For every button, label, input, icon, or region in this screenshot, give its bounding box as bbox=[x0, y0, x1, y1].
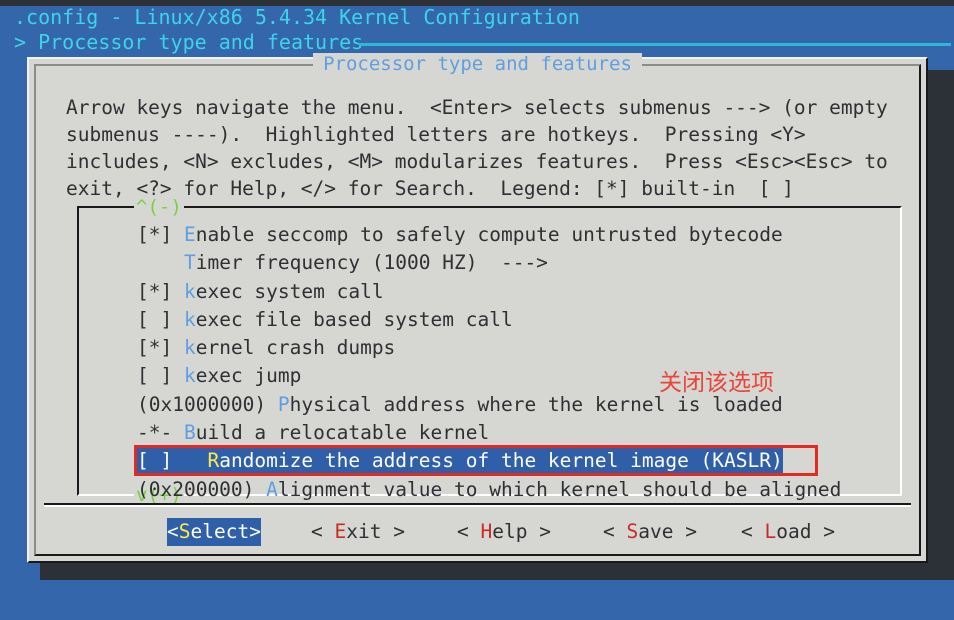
menu-item[interactable]: -*- Build a relocatable kernel bbox=[137, 419, 896, 447]
menu-item-hotkey: k bbox=[183, 307, 196, 331]
menu-item-hotkey: k bbox=[183, 336, 196, 360]
menu-item-prefix: [*] bbox=[137, 279, 184, 303]
menu-item-label: andomize the address of the kernel image… bbox=[219, 449, 783, 473]
button-bar: <Select> < Exit > < Help > < Save > < Load > bbox=[36, 518, 919, 558]
menu-item[interactable]: (0x200000) Alignment value to which kern… bbox=[137, 476, 896, 504]
button-label: ave > bbox=[638, 520, 697, 543]
dialog-title-text: Processor type and features bbox=[313, 53, 642, 75]
button-prefix: < bbox=[457, 520, 481, 543]
button-prefix: < bbox=[167, 520, 179, 543]
menu-item-prefix: [*] bbox=[137, 223, 184, 246]
menu-item-hotkey: P bbox=[277, 392, 290, 416]
exit-button[interactable]: < Exit > bbox=[311, 518, 405, 546]
menu-item-label: hysical address where the kernel is load… bbox=[289, 392, 783, 416]
button-prefix: < bbox=[741, 520, 765, 543]
button-prefix: < bbox=[603, 520, 627, 543]
menu-item-prefix bbox=[137, 251, 184, 274]
select-button[interactable]: <Select> bbox=[167, 518, 261, 546]
button-prefix: < bbox=[311, 520, 335, 543]
menu-item-label: ernel crash dumps bbox=[195, 336, 396, 360]
menu-item-label: nable seccomp to safely compute untruste… bbox=[195, 223, 783, 246]
menu-item-prefix: [ ] bbox=[137, 449, 208, 473]
menu-listbox[interactable]: ^(-) v(+) [*] Enable seccomp to safely c… bbox=[77, 197, 902, 505]
config-dialog: Processor type and features Arrow keys n… bbox=[27, 53, 928, 563]
menu-item[interactable]: [ ] Randomize the address of the kernel … bbox=[137, 447, 783, 476]
menu-item-hotkey: E bbox=[183, 223, 196, 246]
scroll-up-indicator[interactable]: ^(-) bbox=[134, 197, 184, 217]
breadcrumb: > Processor type and features bbox=[9, 30, 951, 54]
button-label: oad > bbox=[776, 520, 835, 543]
menu-item-label: imer frequency (1000 HZ) ---> bbox=[195, 251, 548, 275]
save-button[interactable]: < Save > bbox=[603, 518, 697, 546]
menu-item-prefix: [ ] bbox=[137, 307, 184, 331]
menu-item[interactable]: Timer frequency (1000 HZ) ---> bbox=[137, 249, 896, 277]
breadcrumb-rule bbox=[359, 43, 951, 46]
menu-item-label: uild a relocatable kernel bbox=[195, 421, 490, 445]
menu-item-hotkey: B bbox=[183, 421, 196, 445]
menu-item-label: exec file based system call bbox=[195, 307, 513, 331]
terminal-screen: .config - Linux/x86 5.4.34 Kernel Config… bbox=[0, 0, 954, 620]
menu-item-prefix: -*- bbox=[137, 421, 184, 445]
menu-item-prefix: (0x1000000) bbox=[137, 392, 278, 416]
menu-item[interactable]: [ ] kexec jump bbox=[137, 362, 896, 390]
menu-item-label: exec system call bbox=[195, 279, 384, 303]
annotation-text: 关闭该选项 bbox=[659, 370, 774, 396]
menu-item[interactable]: [*] kexec system call bbox=[137, 278, 896, 306]
menu-rows: [*] Enable seccomp to safely compute unt… bbox=[134, 221, 896, 504]
menu-item-hotkey: A bbox=[266, 477, 278, 501]
menu-item-label: exec jump bbox=[195, 364, 302, 388]
button-hotkey: S bbox=[178, 520, 191, 543]
menu-item-prefix: [*] bbox=[137, 336, 184, 360]
button-hotkey: L bbox=[764, 520, 777, 543]
button-divider bbox=[44, 503, 911, 507]
menu-item-label: lignment value to which kernel should be… bbox=[277, 477, 842, 501]
button-label: xit > bbox=[346, 520, 405, 543]
help-button[interactable]: < Help > bbox=[457, 518, 551, 546]
menu-item-hotkey: k bbox=[183, 364, 196, 388]
menu-item-prefix: (0x200000) bbox=[137, 477, 267, 501]
button-hotkey: E bbox=[334, 520, 347, 543]
load-button[interactable]: < Load > bbox=[741, 518, 835, 546]
menu-item-prefix: [ ] bbox=[137, 364, 184, 388]
button-hotkey: S bbox=[626, 520, 639, 543]
button-label: elect> bbox=[190, 520, 261, 543]
menu-item[interactable]: (0x1000000) Physical address where the k… bbox=[137, 391, 896, 419]
menu-item[interactable]: [ ] kexec file based system call bbox=[137, 306, 896, 334]
menu-item-hotkey: k bbox=[183, 279, 196, 303]
menu-item-hotkey: T bbox=[183, 251, 196, 275]
dialog-title: Processor type and features bbox=[36, 53, 919, 75]
button-label: elp > bbox=[492, 520, 551, 543]
breadcrumb-label: > Processor type and features bbox=[14, 30, 364, 54]
dialog-inner-frame: Processor type and features Arrow keys n… bbox=[34, 53, 921, 558]
menu-item[interactable]: [*] Enable seccomp to safely compute unt… bbox=[137, 221, 896, 249]
help-text: Arrow keys navigate the menu. <Enter> se… bbox=[66, 96, 888, 200]
menu-item-hotkey: R bbox=[207, 449, 220, 473]
config-title: .config - Linux/x86 5.4.34 Kernel Config… bbox=[14, 5, 580, 29]
selected-row-wrapper[interactable]: [ ] Randomize the address of the kernel … bbox=[134, 445, 896, 477]
button-hotkey: H bbox=[480, 520, 493, 543]
menu-item[interactable]: [*] kernel crash dumps bbox=[137, 334, 896, 362]
